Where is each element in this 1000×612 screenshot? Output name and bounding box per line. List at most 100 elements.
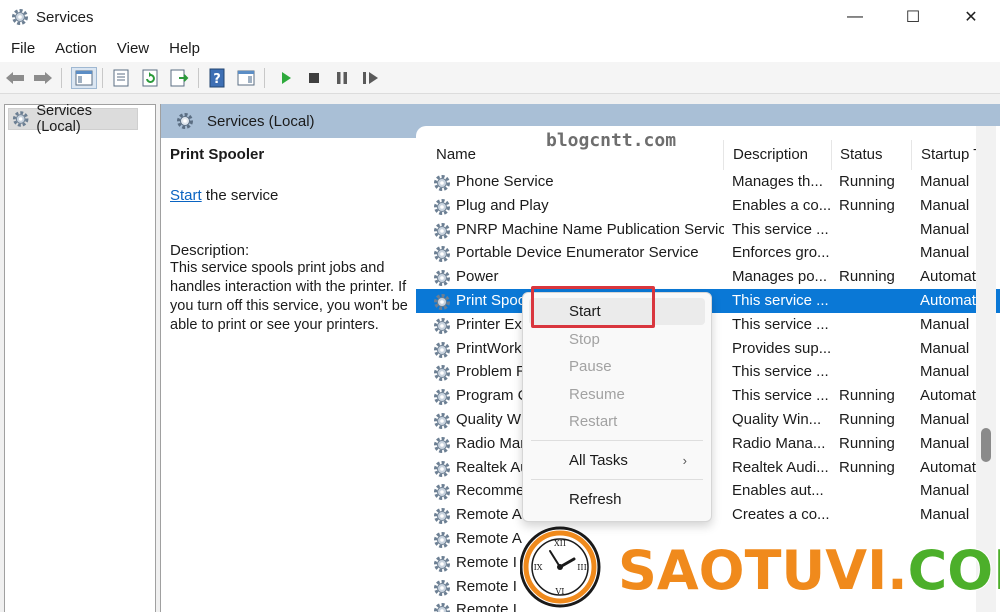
service-gear-icon <box>432 244 452 264</box>
context-menu-separator <box>531 479 703 480</box>
column-divider[interactable] <box>723 140 724 170</box>
show-hide-console-tree-icon[interactable] <box>71 67 97 89</box>
all-tasks-label: All Tasks <box>569 452 628 469</box>
tree-item-services-local[interactable]: Services (Local) <box>8 103 138 135</box>
toolbar: ? <box>0 62 1000 94</box>
menu-action[interactable]: Action <box>45 40 107 57</box>
service-name-cell: Plug and Play <box>456 196 549 214</box>
properties-sheet-icon[interactable] <box>110 67 132 89</box>
context-menu-separator <box>531 440 703 441</box>
restart-service-icon[interactable] <box>360 67 382 89</box>
context-menu: Start Stop Pause Resume Restart All Task… <box>522 292 712 522</box>
service-gear-icon <box>432 506 452 526</box>
service-status-cell: Running <box>839 173 895 190</box>
column-divider[interactable] <box>911 140 912 170</box>
service-gear-icon <box>432 268 452 288</box>
scrollbar-thumb[interactable] <box>981 428 991 462</box>
svg-text:III: III <box>577 563 586 572</box>
blog-watermark: blogcntt.com <box>546 130 677 151</box>
service-name-cell: Portable Device Enumerator Service <box>456 244 699 262</box>
menu-view[interactable]: View <box>107 40 159 57</box>
table-row[interactable]: Plug and Play Enables a co... Running Manua… <box>416 194 1000 218</box>
show-action-pane-icon[interactable] <box>235 67 257 89</box>
service-gear-icon <box>432 459 452 479</box>
pause-service-icon[interactable] <box>331 67 353 89</box>
column-header-status[interactable]: Status <box>840 146 883 163</box>
table-row[interactable]: Power Manages po... Running Automat <box>416 265 1000 289</box>
toolbar-separator <box>102 68 103 88</box>
context-menu-stop[interactable]: Stop <box>529 326 705 353</box>
context-menu-all-tasks[interactable]: All Tasks › <box>529 447 705 474</box>
svg-text:IX: IX <box>534 563 543 572</box>
service-status-cell: Running <box>839 268 895 286</box>
service-gear-icon <box>432 482 452 502</box>
help-icon[interactable]: ? <box>206 67 228 89</box>
service-gear-icon <box>432 530 452 550</box>
service-description-cell: Radio Mana... <box>732 434 826 452</box>
column-divider[interactable] <box>831 140 832 170</box>
chevron-right-icon: › <box>682 453 687 468</box>
service-status-cell: Running <box>839 387 895 405</box>
menu-file[interactable]: File <box>0 40 45 57</box>
context-menu-resume[interactable]: Resume <box>529 381 705 408</box>
service-status-cell: Running <box>839 411 895 428</box>
service-gear-icon <box>432 387 452 407</box>
refresh-icon[interactable] <box>139 67 161 89</box>
service-gear-icon <box>432 221 452 241</box>
svg-text:XII: XII <box>554 539 566 548</box>
selected-service-name: Print Spooler <box>170 146 265 163</box>
stop-service-icon[interactable] <box>303 67 325 89</box>
service-gear-icon <box>432 363 452 383</box>
start-service-line: Start the service <box>170 187 409 204</box>
svg-text:VI: VI <box>555 587 565 596</box>
back-arrow-icon[interactable] <box>4 67 26 89</box>
service-gear-icon <box>432 173 452 193</box>
export-list-icon[interactable] <box>168 67 190 89</box>
service-status-cell: Running <box>839 434 895 452</box>
service-gear-icon <box>432 435 452 455</box>
service-description-cell: This service ... <box>732 220 829 238</box>
start-service-link[interactable]: Start <box>170 187 202 204</box>
menu-help[interactable]: Help <box>159 40 210 57</box>
service-gear-icon <box>432 340 452 360</box>
close-button[interactable]: ✕ <box>942 0 1000 34</box>
service-name-cell: PNRP Machine Name Publication Service <box>456 220 724 238</box>
extended-description-pane: Print Spooler Start the service Descript… <box>161 138 417 612</box>
toolbar-separator <box>264 68 265 88</box>
service-gear-icon <box>432 601 452 612</box>
service-description-cell: Enables aut... <box>732 482 824 500</box>
column-header-startup-type[interactable]: Startup T <box>921 146 982 163</box>
maximize-button[interactable]: ☐ <box>884 0 942 34</box>
description-label: Description: <box>170 242 250 259</box>
service-gear-icon <box>432 197 452 217</box>
menu-bar: File Action View Help <box>0 34 1000 62</box>
context-menu-refresh[interactable]: Refresh <box>529 486 705 513</box>
context-menu-start[interactable]: Start <box>529 298 705 325</box>
service-description-cell: Provides sup... <box>732 339 830 357</box>
service-description-cell: This service ... <box>732 363 829 381</box>
column-header-name[interactable]: Name <box>436 146 476 163</box>
table-row[interactable]: Phone Service Manages th... Running Manual <box>416 170 1000 194</box>
start-service-icon[interactable] <box>275 67 297 89</box>
services-gear-icon <box>177 113 193 129</box>
service-name-cell: Phone Service <box>456 173 554 190</box>
minimize-button[interactable]: — <box>826 0 884 34</box>
service-description-cell: This service ... <box>732 315 829 333</box>
context-menu-restart[interactable]: Restart <box>529 408 705 435</box>
service-gear-icon <box>432 578 452 598</box>
service-description-cell: Quality Win... <box>732 411 822 428</box>
service-status-cell: Running <box>839 458 895 476</box>
service-description-cell: Realtek Audi... <box>732 458 829 476</box>
forward-arrow-icon[interactable] <box>32 67 54 89</box>
svg-text:?: ? <box>213 72 221 87</box>
context-menu-pause[interactable]: Pause <box>529 353 705 380</box>
service-status-cell: Running <box>839 196 895 214</box>
table-row[interactable]: Portable Device Enumerator Service Enforc… <box>416 241 1000 265</box>
pane-header-title: Services (Local) <box>207 112 315 130</box>
table-row[interactable]: PNRP Machine Name Publication Service Thi… <box>416 218 1000 242</box>
tree-item-label: Services (Local) <box>36 103 92 135</box>
console-tree: Services (Local) <box>4 103 156 612</box>
column-header-description[interactable]: Description <box>733 146 808 163</box>
service-gear-icon <box>432 554 452 574</box>
service-description-cell: This service ... <box>732 292 829 309</box>
